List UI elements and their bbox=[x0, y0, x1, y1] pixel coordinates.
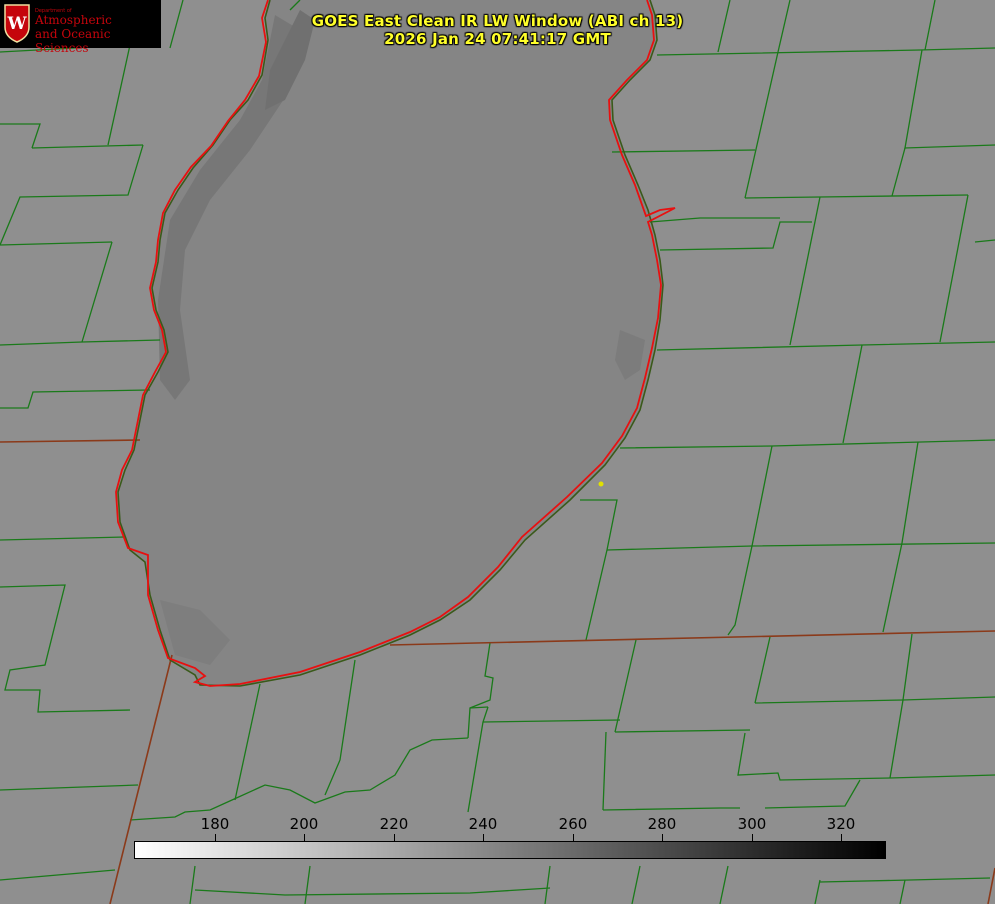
colorbar-tick-mark bbox=[573, 834, 574, 841]
image-timestamp: 2026 Jan 24 07:41:17 GMT bbox=[384, 30, 611, 48]
colorbar-tick-label: 320 bbox=[826, 815, 856, 833]
colorbar-tick-label: 260 bbox=[558, 815, 588, 833]
colorbar-tick-label: 300 bbox=[737, 815, 767, 833]
colorbar-tick-mark bbox=[304, 834, 305, 841]
colorbar-tick-mark bbox=[662, 834, 663, 841]
colorbar-tick-mark bbox=[215, 834, 216, 841]
colorbar-tick-label: 180 bbox=[200, 815, 230, 833]
temperature-colorbar bbox=[134, 841, 886, 859]
colorbar-tick-mark bbox=[394, 834, 395, 841]
colorbar-tick-mark bbox=[752, 834, 753, 841]
colorbar-tick-label: 240 bbox=[468, 815, 498, 833]
colorbar-tick-mark bbox=[483, 834, 484, 841]
satellite-map bbox=[0, 0, 995, 904]
image-title: GOES East Clean IR LW Window (ABI ch 13) bbox=[311, 12, 684, 30]
station-marker bbox=[598, 481, 604, 487]
colorbar-tick-mark bbox=[841, 834, 842, 841]
colorbar-tick-label: 220 bbox=[379, 815, 409, 833]
colorbar-tick-label: 280 bbox=[647, 815, 677, 833]
colorbar-tick-label: 200 bbox=[289, 815, 319, 833]
